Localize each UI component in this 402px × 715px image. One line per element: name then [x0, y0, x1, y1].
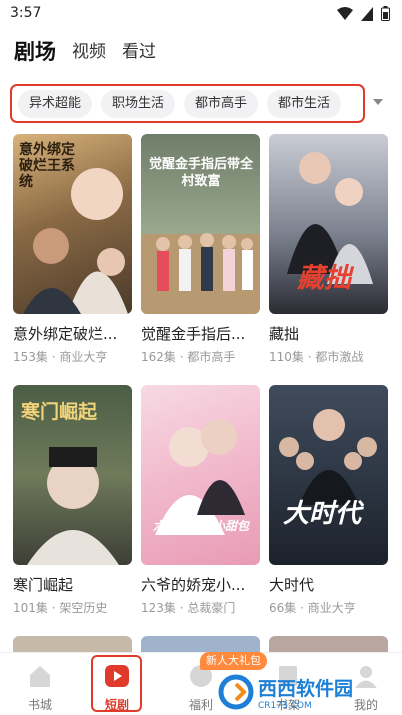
drama-poster-partial[interactable] [13, 636, 132, 652]
poster-title-text: 觉醒金手指后带全村致富 [148, 157, 253, 189]
expand-filters-icon[interactable] [373, 99, 383, 105]
drama-meta: 101集 · 架空历史 [13, 601, 108, 615]
drama-meta: 123集 · 总裁豪门 [141, 601, 236, 615]
poster-title-text: 寒门崛起 [21, 401, 98, 423]
status-bar: 3:57 [0, 0, 402, 28]
poster-title-text: 藏拙 [297, 263, 351, 294]
drama-title[interactable]: 六爷的娇宠小... [141, 574, 260, 595]
gift-badge[interactable]: 新人大礼包 [200, 652, 267, 670]
drama-title[interactable]: 藏拙 [269, 323, 388, 344]
poster-art [155, 419, 245, 535]
active-tab-highlight [91, 655, 142, 712]
watermark-text: 西西软件园 [258, 677, 354, 700]
nav-bookstore[interactable]: 书城 [10, 659, 70, 712]
drama-poster[interactable]: 大时代 [269, 385, 388, 565]
drama-card[interactable]: 六爷的娇宠小甜包 六爷的娇宠小... 123集 · 总裁豪门 [141, 385, 260, 616]
drama-meta: 66集 · 商业大亨 [269, 601, 356, 615]
drama-card[interactable]: 觉醒金手指后带全村致富 觉醒金手指后... 162集 · 都市高手 [141, 134, 260, 365]
sim-icon [361, 6, 373, 21]
filter-chip[interactable]: 都市生活 [267, 89, 342, 118]
tab-video[interactable]: 视频 [72, 40, 106, 64]
watermark: 西西软件园 CR173.COM [218, 672, 396, 712]
tab-history[interactable]: 看过 [122, 40, 156, 64]
watermark-subtext: CR173.COM [258, 700, 312, 711]
poster-title-text: 六爷的娇宠小甜包 [153, 519, 250, 533]
status-icons [337, 6, 390, 21]
drama-title[interactable]: 寒门崛起 [13, 574, 132, 595]
drama-poster[interactable]: 意外绑定破烂王系统 [13, 134, 132, 314]
drama-poster-partial[interactable] [269, 636, 388, 652]
drama-title[interactable]: 意外绑定破烂... [13, 323, 132, 344]
filter-chip[interactable]: 职场生活 [101, 89, 176, 118]
drama-meta: 162集 · 都市高手 [141, 350, 236, 364]
drama-poster[interactable]: 藏拙 [269, 134, 388, 314]
drama-meta: 110集 · 都市激战 [269, 350, 364, 364]
filter-chip[interactable]: 异术超能 [18, 89, 93, 118]
drama-card[interactable]: 藏拙 藏拙 110集 · 都市激战 [269, 134, 388, 365]
drama-meta: 153集 · 商业大亨 [13, 350, 108, 364]
drama-poster[interactable]: 觉醒金手指后带全村致富 [141, 134, 260, 314]
drama-card[interactable]: 寒门崛起 寒门崛起 101集 · 架空历史 [13, 385, 132, 616]
drama-poster[interactable]: 六爷的娇宠小甜包 [141, 385, 260, 565]
poster-title-text: 意外绑定破烂王系统 [19, 142, 75, 190]
genre-filter-bar: 异术超能 职场生活 都市高手 都市生活 [10, 84, 365, 123]
nav-label: 书城 [27, 698, 52, 712]
drama-title[interactable]: 大时代 [269, 574, 388, 595]
drama-card[interactable]: 意外绑定破烂王系统 意外绑定破烂... 153集 · 商业大亨 [13, 134, 132, 365]
watermark-logo-icon [218, 674, 254, 710]
drama-poster-partial[interactable] [141, 636, 260, 652]
home-icon [30, 666, 50, 687]
poster-art [279, 409, 377, 505]
drama-title[interactable]: 觉醒金手指后... [141, 323, 260, 344]
wifi-icon [337, 6, 353, 20]
drama-poster[interactable]: 寒门崛起 [13, 385, 132, 565]
drama-card[interactable]: 大时代 大时代 66集 · 商业大亨 [269, 385, 388, 616]
poster-title-text: 大时代 [283, 499, 362, 529]
tab-theater[interactable]: 剧场 [14, 40, 56, 64]
battery-icon [381, 6, 390, 21]
top-tabs: 剧场 视频 看过 [14, 34, 156, 64]
status-time: 3:57 [10, 5, 42, 21]
filter-chip[interactable]: 都市高手 [184, 89, 259, 118]
